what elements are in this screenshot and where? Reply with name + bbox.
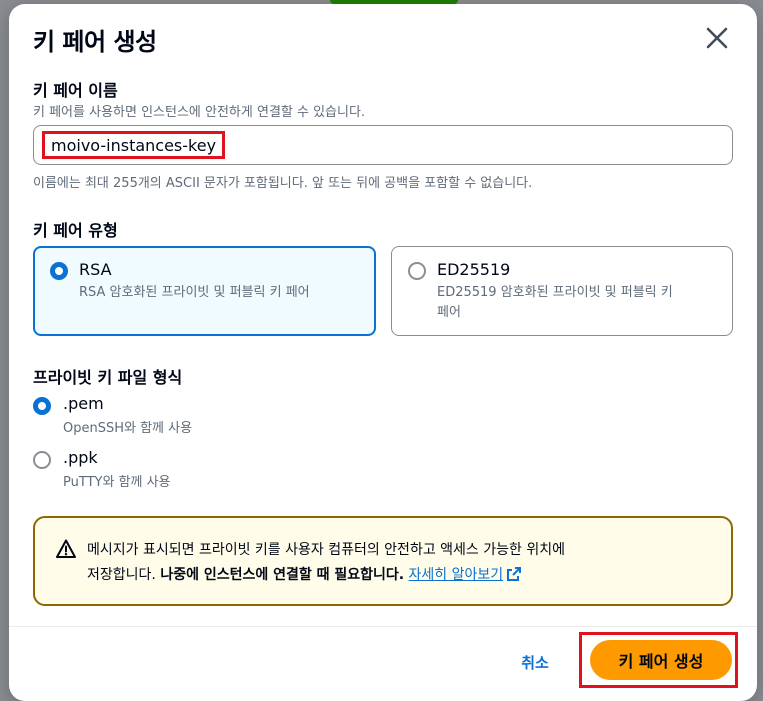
learn-more-link[interactable]: 자세히 알아보기: [409, 567, 504, 583]
warning-alert: 메시지가 표시되면 프라이빗 키를 사용자 컴퓨터의 안전하고 액세스 가능한 …: [33, 516, 733, 606]
warning-icon: [55, 538, 77, 560]
ed25519-title: ED25519: [437, 260, 511, 279]
ppk-radio[interactable]: [33, 451, 51, 469]
close-icon[interactable]: [701, 22, 733, 54]
ed25519-description-line2: 페어: [437, 305, 461, 320]
key-type-label: 키 페어 유형: [33, 221, 118, 240]
rsa-description: RSA 암호화된 프라이빗 및 퍼블릭 키 페어: [79, 285, 310, 300]
rsa-radio[interactable]: [50, 262, 68, 280]
alert-bold-text: 나중에 인스턴스에 연결할 때 필요합니다.: [160, 567, 405, 583]
alert-line2: 저장합니다. 나중에 인스턴스에 연결할 때 필요합니다. 자세히 알아보기: [87, 563, 707, 591]
alert-line2-prefix: 저장합니다.: [87, 567, 161, 583]
alert-message: 메시지가 표시되면 프라이빗 키를 사용자 컴퓨터의 안전하고 액세스 가능한 …: [87, 538, 707, 591]
key-name-constraint: 이름에는 최대 255개의 ASCII 문자가 포함됩니다. 앞 또는 뒤에 공…: [33, 176, 533, 191]
create-key-pair-button[interactable]: 키 페어 생성: [590, 640, 732, 680]
ppk-label[interactable]: .ppk: [63, 448, 98, 467]
key-name-input[interactable]: moivo-instances-key: [33, 125, 733, 165]
ed25519-radio[interactable]: [408, 262, 426, 280]
key-type-rsa-tile[interactable]: RSA RSA 암호화된 프라이빗 및 퍼블릭 키 페어: [33, 246, 376, 336]
footer-divider: [9, 626, 757, 627]
alert-line1: 메시지가 표시되면 프라이빗 키를 사용자 컴퓨터의 안전하고 액세스 가능한 …: [87, 542, 565, 558]
ed25519-description-line1: ED25519 암호화된 프라이빗 및 퍼블릭 키: [437, 285, 673, 300]
dialog-header: 키 페어 생성: [9, 4, 757, 66]
create-key-pair-dialog: 키 페어 생성 키 페어 이름 키 페어를 사용하면 인스턴스에 안전하게 연결…: [9, 4, 757, 701]
external-link-icon[interactable]: [506, 566, 522, 591]
pem-radio[interactable]: [33, 397, 51, 415]
dialog-title: 키 페어 생성: [33, 28, 157, 56]
key-name-label: 키 페어 이름: [33, 81, 118, 100]
key-type-ed25519-tile[interactable]: ED25519 ED25519 암호화된 프라이빗 및 퍼블릭 키 페어: [391, 246, 733, 336]
file-format-label: 프라이빗 키 파일 형식: [33, 368, 183, 387]
key-name-description: 키 페어를 사용하면 인스턴스에 안전하게 연결할 수 있습니다.: [33, 105, 366, 120]
cancel-button[interactable]: 취소: [509, 646, 561, 678]
key-name-value: moivo-instances-key: [42, 131, 226, 159]
rsa-title: RSA: [79, 260, 112, 279]
ppk-description: PuTTY와 함께 사용: [63, 475, 171, 490]
pem-label[interactable]: .pem: [63, 394, 104, 413]
pem-description: OpenSSH와 함께 사용: [63, 421, 193, 436]
